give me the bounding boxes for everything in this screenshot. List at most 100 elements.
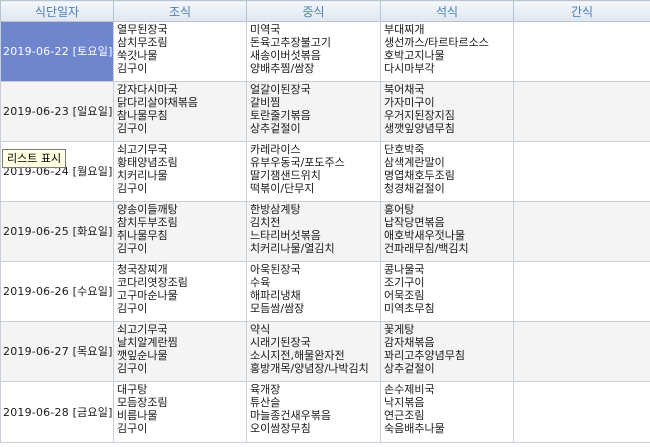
menu-item: 숙음배추나물 <box>384 422 445 435</box>
menu-item: 시래기된장국 <box>250 336 311 349</box>
menu-item: 호박고지나물 <box>384 49 445 62</box>
menu-item: 육개장 <box>250 383 281 396</box>
lunch-cell[interactable]: 아욱된장국 수육 해파리냉채 모듬쌈/쌈장 <box>246 261 381 322</box>
table-row[interactable]: 2019-06-24 [월요일] 쇠고기무국 황태양념조림 치커리나물 김구이 카레라이스… <box>0 141 650 202</box>
dinner-cell[interactable]: 부대찌개 생선까스/타르타르소스 호박고지나물 다시마부각 <box>380 21 514 82</box>
menu-item: 북어채국 <box>384 83 425 96</box>
breakfast-cell[interactable]: 감자다시마국 닭다리살야채볶음 참나물무침 김구이 <box>113 81 247 142</box>
menu-item: 유부우동국/포도주스 <box>250 156 345 169</box>
menu-item: 감자다시마국 <box>117 83 178 96</box>
menu-item: 날치알계란찜 <box>117 336 178 349</box>
menu-item: 애호박새우젓나물 <box>384 229 465 242</box>
menu-item: 마늘종건새우볶음 <box>250 409 331 422</box>
menu-item: 꽈리고추양념무침 <box>384 349 465 362</box>
menu-item: 떡볶이/단무지 <box>250 182 315 195</box>
row-date-cell[interactable]: 2019-06-28 [금요일] <box>0 381 114 443</box>
lunch-cell[interactable]: 한방삼계탕 김치전 느타리버섯볶음 치커리나물/열김치 <box>246 201 381 262</box>
menu-item: 건파래무침/백김치 <box>384 242 469 255</box>
menu-item: 아욱된장국 <box>250 263 301 276</box>
snack-cell[interactable] <box>513 21 650 82</box>
menu-item: 코다리엿장조림 <box>117 276 188 289</box>
menu-item: 열무된장국 <box>117 23 168 36</box>
menu-item: 김구이 <box>117 122 148 135</box>
breakfast-cell[interactable]: 쇠고기무국 날치알계란찜 깻잎순나물 김구이 <box>113 321 247 382</box>
table-row[interactable]: 2019-06-25 [화요일] 양송이들깨탕 참치두부조림 취나물무침 김구이 한방삼계… <box>0 201 650 262</box>
dinner-cell[interactable]: 단호박죽 삼색계란말이 명엽채호두조림 청경채겉절이 <box>380 141 514 202</box>
menu-item: 한방삼계탕 <box>250 203 301 216</box>
table-row[interactable]: 2019-06-28 [금요일] 대구탕 모듬장조림 비름나물 김구이 육개장 튜산슬 마늘종… <box>0 381 650 443</box>
breakfast-cell[interactable]: 대구탕 모듬장조림 비름나물 김구이 <box>113 381 247 443</box>
lunch-cell[interactable]: 카레라이스 유부우동국/포도주스 딸기잼샌드위치 떡볶이/단무지 <box>246 141 381 202</box>
dinner-cell[interactable]: 북어채국 가자미구이 우거지된장지짐 생깻잎양념무침 <box>380 81 514 142</box>
dinner-cell[interactable]: 홍어탕 납작당면볶음 애호박새우젓나물 건파래무침/백김치 <box>380 201 514 262</box>
breakfast-cell[interactable]: 열무된장국 삼치무조림 쑥갓나물 김구이 <box>113 21 247 82</box>
menu-item: 납작당면볶음 <box>384 216 445 229</box>
menu-item: 부대찌개 <box>384 23 425 36</box>
menu-item: 삼치무조림 <box>117 36 168 49</box>
dinner-cell[interactable]: 손수제비국 낙지볶음 연근조림 숙음배추나물 <box>380 381 514 443</box>
lunch-cell[interactable]: 미역국 돈육고추장불고기 새송이버섯볶음 양배추찜/쌈장 <box>246 21 381 82</box>
menu-item: 김구이 <box>117 182 148 195</box>
table-row[interactable]: 2019-06-22 [토요일] 열무된장국 삼치무조림 쑥갓나물 김구이 미역국 돈육고추… <box>0 21 650 82</box>
column-header-lunch[interactable]: 중식 <box>246 0 381 22</box>
row-date-cell[interactable]: 2019-06-22 [토요일] <box>0 21 114 82</box>
menu-item: 쇠고기무국 <box>117 323 168 336</box>
menu-item: 치커리나물 <box>117 169 168 182</box>
menu-item: 꽃게탕 <box>384 323 415 336</box>
snack-cell[interactable] <box>513 321 650 382</box>
dinner-cell[interactable]: 콩나물국 조기구이 어묵조림 미역초무침 <box>380 261 514 322</box>
column-header-snack[interactable]: 간식 <box>513 0 650 22</box>
menu-item: 양배추찜/쌈장 <box>250 62 315 75</box>
breakfast-cell[interactable]: 양송이들깨탕 참치두부조림 취나물무침 김구이 <box>113 201 247 262</box>
menu-item: 상추겉절이 <box>384 362 435 375</box>
menu-item: 낙지볶음 <box>384 396 425 409</box>
dinner-cell[interactable]: 꽃게탕 감자채볶음 꽈리고추양념무침 상추겉절이 <box>380 321 514 382</box>
snack-cell[interactable] <box>513 141 650 202</box>
table-body: 2019-06-22 [토요일] 열무된장국 삼치무조림 쑥갓나물 김구이 미역국 돈육고추… <box>0 21 650 443</box>
snack-cell[interactable] <box>513 381 650 443</box>
table-row[interactable]: 2019-06-23 [일요일] 감자다시마국 닭다리살야채볶음 참나물무침 김구이 얼갈… <box>0 81 650 142</box>
menu-item: 모듬장조림 <box>117 396 168 409</box>
menu-item: 김구이 <box>117 242 148 255</box>
snack-cell[interactable] <box>513 81 650 142</box>
menu-item: 카레라이스 <box>250 143 301 156</box>
menu-item: 딸기잼샌드위치 <box>250 169 321 182</box>
menu-item: 조기구이 <box>384 276 425 289</box>
menu-item: 고구마순나물 <box>117 289 178 302</box>
lunch-cell[interactable]: 얼갈이된장국 갈비찜 토란줄기볶음 상추겉절이 <box>246 81 381 142</box>
menu-item: 양송이들깨탕 <box>117 203 178 216</box>
menu-item: 비름나물 <box>117 409 158 422</box>
list-view-tooltip: 리스트 표시 <box>2 149 67 168</box>
menu-item: 미역초무침 <box>384 302 435 315</box>
lunch-cell[interactable]: 육개장 튜산슬 마늘종건새우볶음 오이쌈장무침 <box>246 381 381 443</box>
menu-item: 대구탕 <box>117 383 148 396</box>
column-header-date[interactable]: 식단일자 <box>0 0 114 22</box>
column-header-dinner[interactable]: 석식 <box>380 0 514 22</box>
table-header-row: 식단일자 조식 중식 석식 간식 <box>0 0 650 22</box>
breakfast-cell[interactable]: 쇠고기무국 황태양념조림 치커리나물 김구이 <box>113 141 247 202</box>
row-date-cell[interactable]: 2019-06-26 [수요일] <box>0 261 114 322</box>
menu-item: 닭다리살야채볶음 <box>117 96 198 109</box>
column-header-breakfast[interactable]: 조식 <box>113 0 247 22</box>
menu-item: 김구이 <box>117 422 148 435</box>
menu-item: 참나물무침 <box>117 109 168 122</box>
menu-item: 쑥갓나물 <box>117 49 158 62</box>
menu-item: 손수제비국 <box>384 383 435 396</box>
menu-item: 약식 <box>250 323 271 336</box>
lunch-cell[interactable]: 약식 시래기된장국 소시지전,해물완자전 홍방개목/양념장/나박김치 <box>246 321 381 382</box>
snack-cell[interactable] <box>513 261 650 322</box>
breakfast-cell[interactable]: 청국장찌개 코다리엿장조림 고구마순나물 김구이 <box>113 261 247 322</box>
table-row[interactable]: 2019-06-26 [수요일] 청국장찌개 코다리엿장조림 고구마순나물 김구이 아욱된… <box>0 261 650 322</box>
row-date-cell[interactable]: 2019-06-25 [화요일] <box>0 201 114 262</box>
row-date-cell[interactable]: 2019-06-23 [일요일] <box>0 81 114 142</box>
menu-item: 갈비찜 <box>250 96 281 109</box>
snack-cell[interactable] <box>513 201 650 262</box>
menu-item: 새송이버섯볶음 <box>250 49 321 62</box>
menu-item: 어묵조림 <box>384 289 425 302</box>
menu-item: 생선까스/타르타르소스 <box>384 36 489 49</box>
menu-item: 가자미구이 <box>384 96 435 109</box>
menu-item: 얼갈이된장국 <box>250 83 311 96</box>
table-row[interactable]: 2019-06-27 [목요일] 쇠고기무국 날치알계란찜 깻잎순나물 김구이 약식 시래기… <box>0 321 650 382</box>
row-date-cell[interactable]: 2019-06-27 [목요일] <box>0 321 114 382</box>
menu-item: 해파리냉채 <box>250 289 301 302</box>
